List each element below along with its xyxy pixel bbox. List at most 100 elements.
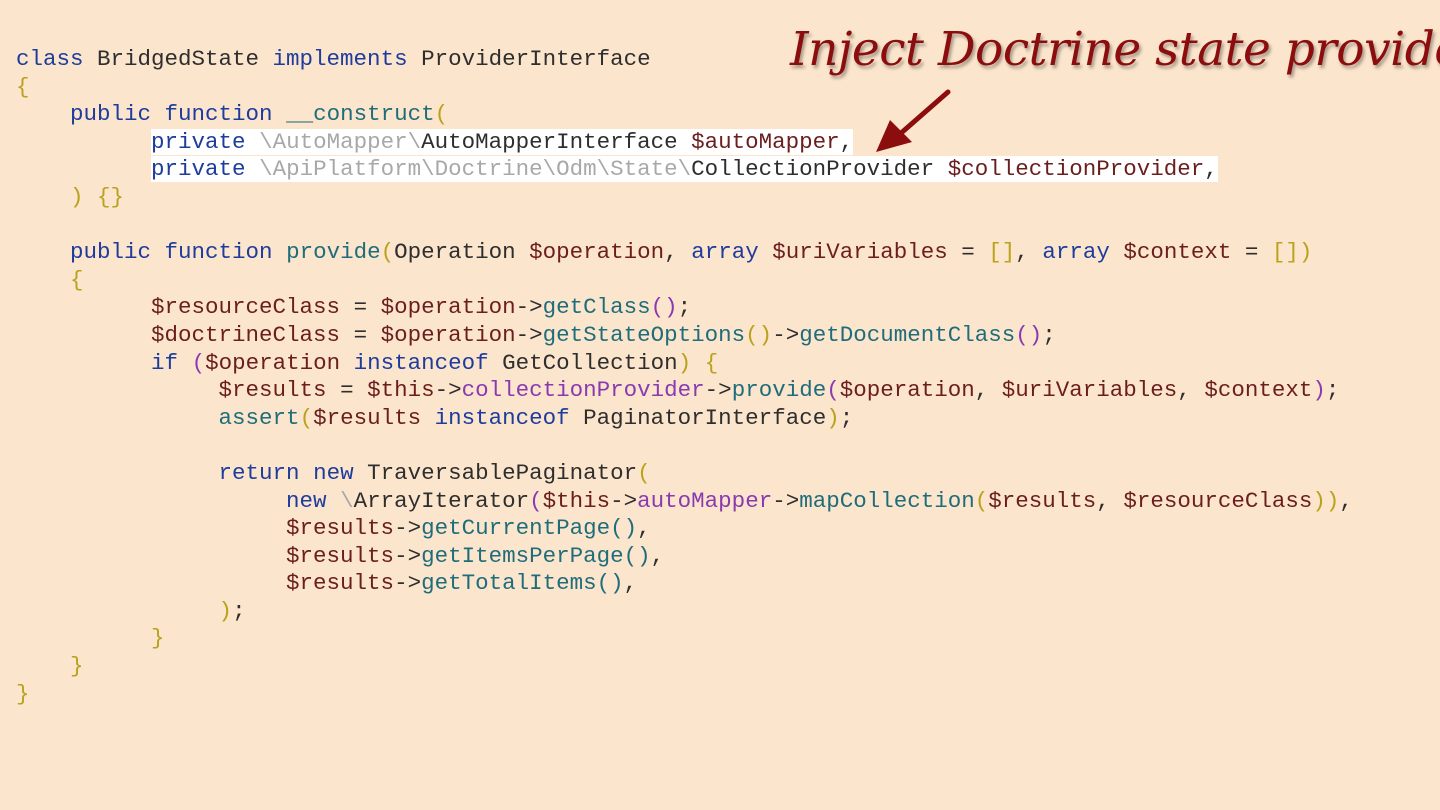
code-line: if ($operation instanceof GetCollection)… <box>16 350 1353 378</box>
code-token: , <box>1096 487 1124 514</box>
code-line: new \ArrayIterator($this->autoMapper->ma… <box>16 488 1353 516</box>
code-token: $operation <box>380 321 516 348</box>
code-token: ( <box>434 101 449 128</box>
code-token: getClass <box>542 294 651 321</box>
code-token: getTotalItems <box>421 570 597 597</box>
slide: { "annotation": { "text": "Inject Doctri… <box>0 0 1440 810</box>
code-token: ( <box>191 349 206 376</box>
code-token <box>245 156 260 183</box>
code-line: } <box>16 653 1353 681</box>
code-token: $resourceClass <box>151 294 341 321</box>
code-token: $this <box>542 487 611 514</box>
code-token: ; <box>1042 321 1056 348</box>
code-token: () <box>610 515 638 542</box>
code-token: , <box>839 128 854 155</box>
code-token: assert <box>218 404 300 431</box>
code-token: new <box>313 459 354 486</box>
code-token: -> <box>434 377 462 404</box>
code-token: , <box>637 515 651 542</box>
code-token: ) <box>218 597 233 624</box>
code-token: provide <box>286 239 381 266</box>
code-token: GetCollection <box>488 349 678 376</box>
code-token: $this <box>367 377 435 404</box>
code-line: $results->getTotalItems(), <box>16 570 1353 598</box>
code-token: -> <box>772 321 800 348</box>
code-line: } <box>16 681 1353 709</box>
code-token: = <box>1231 239 1272 266</box>
code-token: ( <box>529 487 543 514</box>
code-token: , <box>1015 239 1043 266</box>
code-token: -> <box>610 487 638 514</box>
code-token: , <box>650 542 665 569</box>
code-token: } <box>151 625 165 652</box>
code-line: $doctrineClass = $operation->getStateOpt… <box>16 322 1353 350</box>
code-token: ) { <box>677 349 719 376</box>
code-line: public function __construct( <box>16 101 1353 129</box>
code-line: { <box>16 267 1353 295</box>
code-token: array <box>691 239 759 266</box>
code-token: () <box>745 321 773 348</box>
code-token: ; <box>677 294 692 321</box>
code-token: $results <box>988 487 1097 514</box>
code-token: if <box>151 349 179 376</box>
code-line: ) {} <box>16 184 1353 212</box>
code-token: PaginatorInterface <box>569 404 827 431</box>
code-line: { <box>16 74 1353 102</box>
code-token: TraversablePaginator <box>353 459 638 486</box>
code-token: ; <box>232 597 246 624</box>
code-token: BridgedState <box>83 46 273 72</box>
code-token: $autoMapper <box>691 128 840 155</box>
code-token: function <box>164 239 273 266</box>
code-token: -> <box>515 321 543 348</box>
code-token: getDocumentClass <box>799 321 1016 348</box>
code-token: collectionProvider <box>461 377 705 404</box>
code-token: () <box>1015 321 1043 348</box>
code-token: [] <box>988 239 1016 266</box>
code-token: ) {} <box>70 183 125 210</box>
annotation-arrow-icon <box>876 89 951 152</box>
code-token: -> <box>772 487 800 514</box>
code-token: implements <box>272 46 408 72</box>
code-line: ); <box>16 598 1353 626</box>
code-token: private <box>151 156 246 183</box>
code-line: private \ApiPlatform\Doctrine\Odm\State\… <box>16 156 1353 184</box>
code-token: $context <box>1204 377 1313 404</box>
code-token: () <box>650 294 678 321</box>
code-token: $operation <box>380 294 516 321</box>
code-token: new <box>286 487 327 514</box>
code-token: { <box>70 266 84 293</box>
code-token: $uriVariables <box>1001 377 1178 404</box>
code-token: ProviderInterface <box>407 46 651 72</box>
code-token: $results <box>218 377 327 404</box>
code-token: \AutoMapper\ <box>259 128 422 155</box>
code-token: $operation <box>529 239 665 266</box>
code-token: $context <box>1123 239 1232 266</box>
code-token: CollectionProvider <box>691 156 948 183</box>
code-line: $results->getItemsPerPage(), <box>16 543 1353 571</box>
code-token: return <box>218 459 300 486</box>
code-token: mapCollection <box>799 487 975 514</box>
code-token: ) <box>1312 377 1326 404</box>
code-token: } <box>16 680 30 707</box>
code-line: assert($results instanceof PaginatorInte… <box>16 405 1353 433</box>
code-token: $results <box>286 515 395 542</box>
